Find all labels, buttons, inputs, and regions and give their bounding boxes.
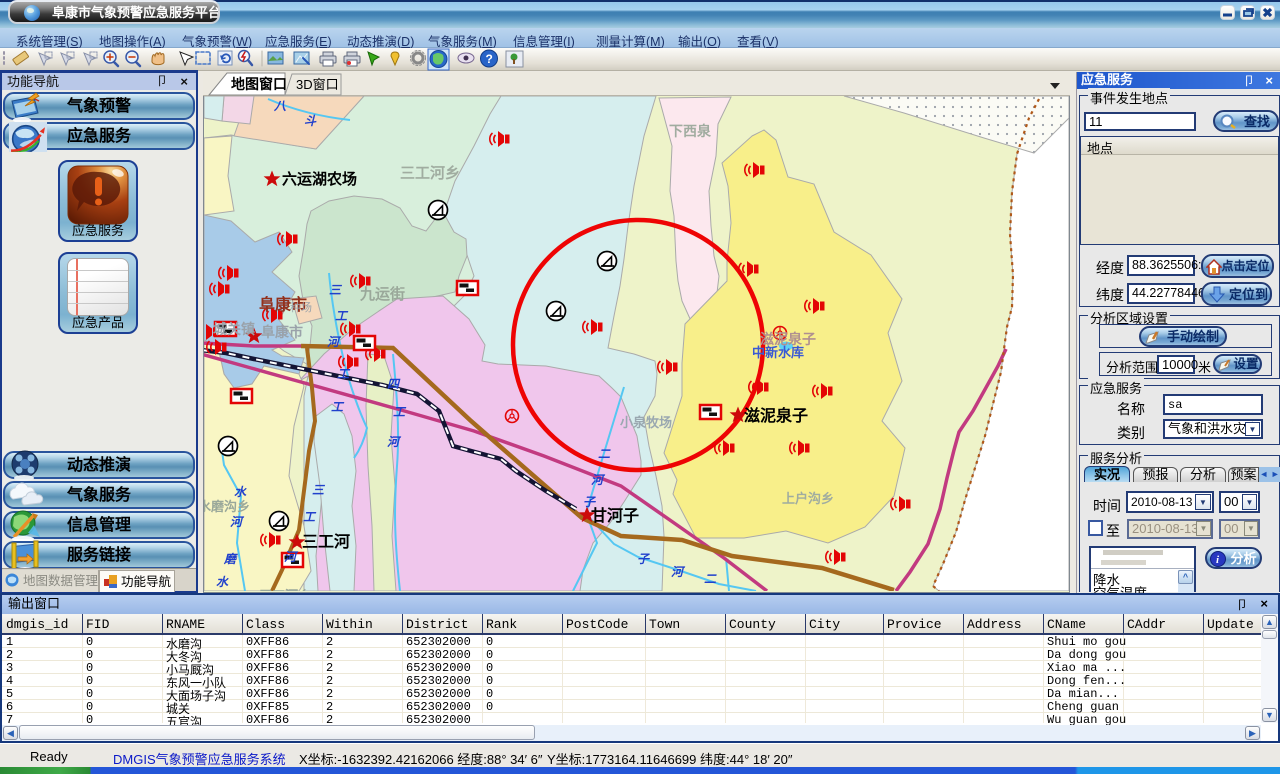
svg-text:八: 八	[273, 99, 287, 113]
svg-text:三工河: 三工河	[302, 532, 350, 551]
svg-text:甘河子: 甘河子	[591, 506, 639, 525]
svg-text:地图窗口: 地图窗口	[231, 76, 287, 92]
svg-text:二: 二	[598, 447, 611, 461]
svg-text:工: 工	[337, 367, 351, 381]
svg-text:滋泥泉子: 滋泥泉子	[744, 406, 808, 425]
svg-text:上户沟乡: 上户沟乡	[782, 491, 834, 506]
svg-text:子: 子	[637, 552, 651, 566]
svg-text:九运街: 九运街	[359, 285, 405, 303]
svg-text:斗: 斗	[304, 114, 317, 128]
svg-text:小泉牧场: 小泉牧场	[620, 415, 672, 430]
svg-text:三工河乡: 三工河乡	[259, 588, 311, 591]
svg-text:三工河乡: 三工河乡	[400, 164, 460, 182]
svg-text:工: 工	[331, 400, 345, 414]
svg-text:四: 四	[387, 377, 401, 391]
svg-text:水: 水	[216, 575, 229, 589]
svg-text:水磨沟乡: 水磨沟乡	[204, 499, 250, 514]
svg-text:三: 三	[329, 283, 343, 297]
svg-text:六运湖农场: 六运湖农场	[282, 170, 357, 188]
svg-text:?: ?	[486, 52, 493, 66]
svg-text:工: 工	[303, 510, 317, 524]
svg-text:3D窗口: 3D窗口	[296, 77, 339, 92]
svg-text:城关镇: 城关镇	[213, 321, 255, 337]
svg-text:种场: 种场	[290, 300, 312, 314]
svg-text:三: 三	[312, 483, 326, 497]
svg-text:子: 子	[583, 495, 597, 509]
svg-text:水: 水	[234, 485, 247, 499]
svg-text:工: 工	[335, 309, 349, 323]
svg-text:二: 二	[704, 572, 717, 586]
svg-text:工: 工	[393, 405, 407, 419]
svg-text:阜康市: 阜康市	[261, 324, 303, 340]
svg-text:下西泉: 下西泉	[669, 123, 712, 139]
svg-text:磨: 磨	[223, 552, 238, 566]
svg-text:中新水库: 中新水库	[752, 345, 804, 360]
